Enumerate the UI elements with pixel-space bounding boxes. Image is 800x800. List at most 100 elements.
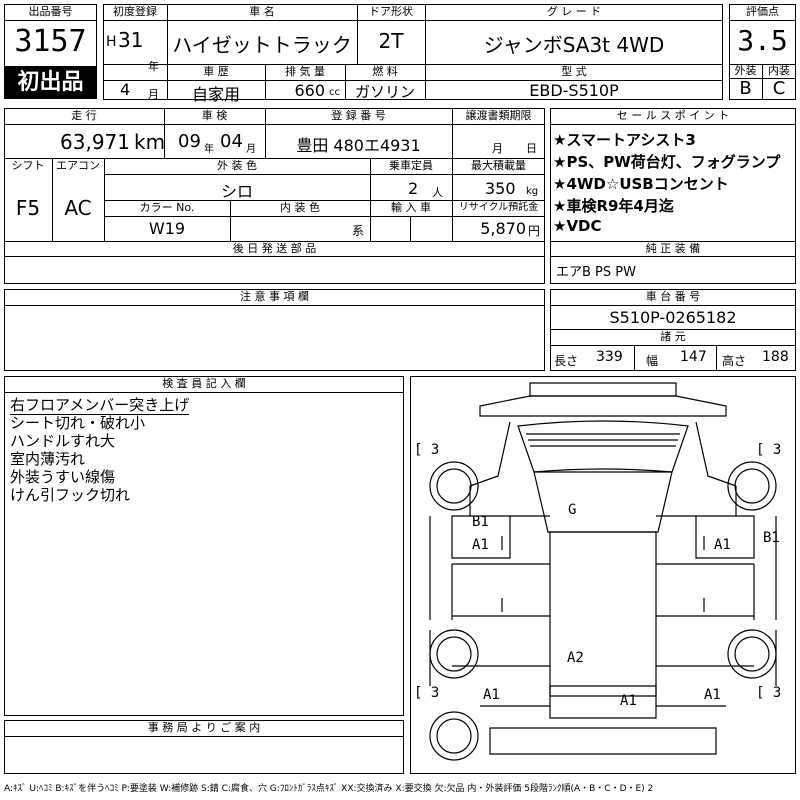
inspector-note-6: けん引フック切れ [10,486,131,504]
import-label: 輸 入 車 [391,201,431,214]
chassis-value: S510P-0265182 [609,308,737,327]
plate-label: 登 録 番 号 [331,109,386,122]
era-letter: H [106,34,117,50]
sales-point-4: ★車検R9年4月迄 [553,197,674,215]
plate-value: 豊田 480エ4931 [296,136,421,155]
year-unit: 年 [148,60,159,73]
model-name: ハイゼットトラック [172,33,352,57]
mileage-value: 63,971 [60,130,130,154]
tire-tread-rear-left: [ 3 [414,685,440,701]
exterior-color-label: 外 装 色 [217,159,257,172]
fuel-label: 燃 料 [372,65,398,78]
month-number: 4 [120,80,131,99]
displacement-value: 660 [294,81,325,100]
equipment-value: エアB PS PW [556,265,636,280]
caution-label: 注 意 事 項 欄 [240,290,309,303]
inspector-label: 検 査 員 記 入 欄 [162,377,246,390]
damage-mark-left-door-a1: A1 [472,537,489,553]
damage-mark-right-door-a1: A1 [714,537,731,553]
sales-point-2: ★PS、PW荷台灯、フォグランプ [553,153,781,171]
chassis-label: 車 台 番 号 [645,290,701,303]
first-listing-badge: 初出品 [5,67,96,98]
inspector-note-2: シート切れ・破れ小 [10,414,146,432]
tire-tread-rear-right: [ 3 [756,685,782,701]
model-label: 車 名 [249,5,275,18]
history-label: 車 歴 [203,65,229,78]
interior-label: 内装 [768,64,790,77]
capacity-unit: 人 [432,186,443,199]
color-no-label: カラー No. [139,201,195,214]
sales-point-1: ★スマートアシスト3 [553,131,696,149]
lot-number: 3157 [14,24,87,59]
length-label: 長さ [554,354,579,368]
color-no-value: W19 [148,219,186,238]
exterior-grade: B [739,78,752,99]
displacement-unit: cc [329,87,340,98]
office-label: 事 務 局 よ り ご 案 内 [147,721,261,734]
shift-label: シフト [11,159,45,172]
load-value: 350 [485,179,516,198]
sales-points-label: セ ー ル ス ポ イ ン ト [616,109,730,122]
inspector-note-5: 外装うすい線傷 [10,468,116,486]
ac-value: AC [64,196,92,220]
damage-mark-bed-a2: A2 [567,650,584,666]
score-label: 評価点 [746,5,779,18]
width-label: 幅 [646,354,659,368]
grade-name: ジャンボSA3t 4WD [483,33,665,57]
door-type: 2T [378,29,404,53]
damage-mark-rear-center-a1: A1 [620,693,637,709]
interior-color-label: 内 装 色 [280,201,320,214]
damage-mark-right-side-b1: B1 [763,530,780,546]
inspection-month: 04 [220,131,243,152]
exterior-color-value: シロ [220,182,253,201]
exterior-label: 外装 [734,64,757,77]
legend-text: A:ｷｽﾞ U:ﾍｺﾐ B:ｷｽﾞを伴うﾍｺﾐ P:要塗装 W:補修跡 S:錆 … [4,784,654,794]
capacity-label: 乗車定員 [389,159,433,172]
recycle-value: 5,870 [480,219,526,238]
load-label: 最大積載量 [471,159,526,172]
shift-value: F5 [15,196,41,220]
interior-grade: C [772,78,786,99]
height-label: 高さ [722,354,747,368]
length-value: 339 [596,349,623,365]
later-parts-label: 後 日 発 送 部 品 [232,242,317,255]
transfer-day-unit: 日 [526,142,537,155]
lot-label: 出品番号 [28,5,73,18]
transfer-label: 譲渡書類期限 [465,109,532,122]
year-number: 31 [118,28,144,52]
inspector-note-1: 右フロアメンバー突き上げ [10,396,190,415]
sales-point-5: ★VDC [553,217,602,235]
door-label: ドア形状 [369,5,413,18]
damage-mark-rear-left-a1: A1 [483,687,500,703]
history-value: 自家用 [191,85,240,104]
load-unit: kg [526,186,539,197]
dims-label: 諸 元 [660,330,686,343]
capacity-value: 2 [408,179,419,198]
equipment-label: 純 正 装 備 [645,242,701,255]
grade-label: グ レ ー ド [546,5,602,18]
ac-label: エアコン [56,159,100,172]
recycle-label: リサイクル預託金 [458,202,539,213]
first-reg-label: 初度登録 [113,5,157,18]
inspection-year-unit: 年 [204,144,214,155]
score-value: 3.5 [737,24,788,57]
sales-point-3: ★4WD☆USBコンセント [553,175,729,193]
inspector-note-4: 室内薄汚れ [10,450,86,468]
inspector-note-3: ハンドルすれ大 [10,432,116,450]
transfer-month-unit: 月 [492,142,503,155]
tire-tread-front-left: [ 3 [414,442,440,458]
recycle-unit: 円 [528,224,541,238]
height-value: 188 [762,349,789,365]
month-unit: 月 [148,88,159,101]
fuel-value: ガソリン [354,83,415,101]
damage-mark-left-door-b1: B1 [472,514,489,530]
type-label: 型 式 [561,65,587,78]
displacement-label: 排 気 量 [285,65,325,78]
damage-mark-rear-right-a1: A1 [704,687,721,703]
tire-tread-front-right: [ 3 [756,442,782,458]
interior-color-value: 系 [352,224,365,238]
inspection-label: 車 検 [201,109,228,122]
damage-mark-windshield: G [568,502,577,518]
type-value: EBD-S510P [529,81,619,100]
mileage-label: 走 行 [71,109,97,122]
